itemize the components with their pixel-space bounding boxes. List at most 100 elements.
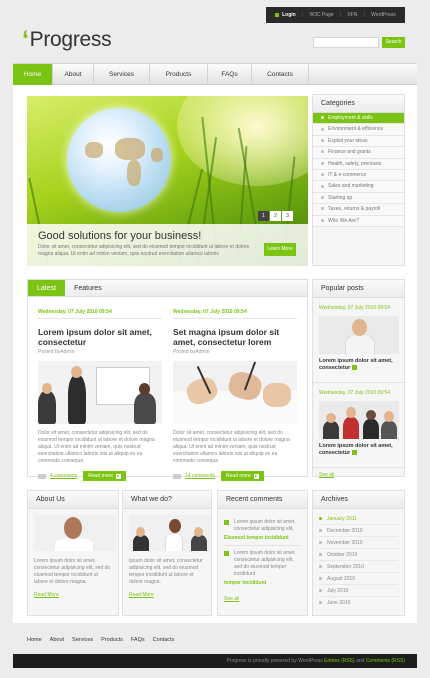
recent-see-all-link[interactable]: See all	[224, 596, 301, 602]
search-button[interactable]: Search	[382, 37, 405, 48]
about-us-panel: About Us Lorem ipsum dolor sit amet, con…	[27, 490, 119, 616]
learn-more-button[interactable]: Learn More	[264, 243, 296, 256]
post-date: Wednesday, 07 July 2010 09:54	[173, 297, 297, 319]
whatwedo-image-team[interactable]	[129, 515, 211, 551]
footer-and: and	[356, 658, 365, 664]
popular-see-all-link[interactable]: See all	[313, 468, 404, 482]
comments-link[interactable]: 4 comments	[50, 473, 77, 479]
post-title[interactable]: Set magna ipsum dolor sit amet, consecte…	[173, 327, 297, 347]
read-more-button[interactable]: Read more	[221, 471, 264, 481]
xfn-link[interactable]: XFN	[347, 12, 357, 18]
categories-panel: Categories Employment & skills Environme…	[312, 94, 405, 266]
category-item[interactable]: Starting up	[313, 192, 404, 205]
popular-posts-panel: Popular posts Wednesday, 07 July 2010 09…	[312, 279, 405, 478]
slide-page-3[interactable]: 3	[282, 211, 293, 221]
archive-item[interactable]: July 2010	[319, 585, 398, 597]
archives-panel: Archives January 2011 December 2010 Nove…	[312, 490, 405, 616]
login-link[interactable]: Login	[275, 12, 296, 18]
slider-title: Good solutions for your business!	[38, 230, 202, 242]
slider-pagination: 1 2 3	[258, 211, 293, 221]
globe-image	[67, 108, 171, 212]
category-item[interactable]: Health, safety, premises	[313, 158, 404, 170]
footer-link-services[interactable]: Services	[72, 637, 93, 643]
arrow-icon	[352, 365, 358, 371]
footer-link-faqs[interactable]: FAQs	[131, 637, 145, 643]
slider-caption: Good solutions for your business! Dolor …	[27, 224, 308, 266]
nav-services[interactable]: Services	[94, 64, 150, 85]
slide-page-2[interactable]: 2	[270, 211, 281, 221]
entries-rss-link[interactable]: Entries (RSS)	[324, 658, 355, 664]
footer-link-products[interactable]: Products	[101, 637, 123, 643]
archive-item[interactable]: October 2010	[319, 549, 398, 561]
separator: |	[363, 12, 365, 18]
nav-products[interactable]: Products	[150, 64, 208, 85]
read-more-button[interactable]: Read more	[83, 471, 126, 481]
post-image-hands-writing[interactable]	[173, 361, 297, 424]
archive-item[interactable]: December 2010	[319, 525, 398, 537]
category-item[interactable]: Finance and grants	[313, 147, 404, 159]
about-read-more-link[interactable]: Read More	[34, 592, 112, 598]
comments-rss-link[interactable]: Comments (RSS)	[366, 658, 405, 664]
archive-item[interactable]: November 2010	[319, 537, 398, 549]
popular-title: Popular posts	[313, 280, 404, 298]
nav-about[interactable]: About	[53, 64, 94, 85]
tab-features[interactable]: Features	[65, 280, 111, 296]
what-we-do-panel: What we do? Ipsum dolor sit amet, consec…	[122, 490, 212, 616]
arrow-right-icon	[253, 473, 259, 479]
category-item[interactable]: Environment & efficience	[313, 124, 404, 136]
tab-latest[interactable]: Latest	[28, 280, 66, 296]
comment-bubble-icon	[38, 473, 46, 479]
comment-author[interactable]: Eiusmod tempor incididunt	[224, 535, 301, 546]
popular-image-team-celebrating[interactable]	[319, 401, 399, 439]
comment-text: Lorem ipsum dolor sit amet, consectetur …	[224, 550, 301, 578]
logo-mark: ‘	[22, 26, 29, 54]
footer-link-about[interactable]: About	[50, 637, 64, 643]
separator: |	[301, 12, 304, 18]
post-image-meeting[interactable]	[38, 361, 162, 424]
category-item[interactable]: IT & e-commerce	[313, 169, 404, 182]
category-item[interactable]: Exploit your ideas	[313, 135, 404, 148]
comment-bubble-icon	[173, 473, 181, 479]
categories-list: Employment & skills Environment & effici…	[313, 113, 404, 227]
post-tabs: Latest Features	[27, 279, 308, 297]
footer-link-home[interactable]: Home	[27, 637, 42, 643]
popular-image-man[interactable]	[319, 316, 399, 354]
wordpress-link[interactable]: WordPress	[371, 12, 396, 18]
archive-item[interactable]: August 2010	[319, 573, 398, 585]
site-logo[interactable]: ‘Progress	[22, 26, 112, 54]
post-title[interactable]: Lorem ipsum dolor sit amet, consectetur	[38, 327, 162, 347]
category-item[interactable]: Sales and marketing	[313, 181, 404, 193]
page: Login | W3C Page | XFN | WordPress ‘Prog…	[0, 0, 430, 678]
arrow-icon	[352, 450, 358, 456]
comment-author[interactable]: tempor incididunt	[224, 580, 301, 590]
recent-title: Recent comments	[218, 491, 307, 509]
search-input[interactable]	[313, 37, 379, 48]
popular-post-title[interactable]: Lorem ipsum dolor sit amet, consectetur	[319, 358, 398, 372]
nav-contacts[interactable]: Contacts	[252, 64, 309, 85]
arrow-right-icon	[115, 473, 121, 479]
archive-item[interactable]: January 2011	[319, 513, 398, 525]
footer-powered: is proudly powered by WordPress	[248, 658, 323, 664]
whatwedo-read-more-link[interactable]: Read More	[129, 592, 205, 598]
post-date: Wednesday, 07 July 2010 09:54	[38, 297, 162, 319]
nav-faqs[interactable]: FAQs	[208, 64, 252, 85]
nav-home[interactable]: Home	[13, 64, 53, 85]
popular-post-title[interactable]: Lorem ipsum dolor sit amet, consectetur	[319, 443, 398, 457]
comments-link[interactable]: 14 comments	[185, 473, 215, 479]
category-item[interactable]: Taxes, returns & payroll	[313, 204, 404, 216]
archive-item[interactable]: June 2010	[319, 597, 398, 609]
posts-panel: Wednesday, 07 July 2010 09:54 Lorem ipsu…	[27, 297, 308, 481]
categories-title: Categories	[313, 95, 404, 113]
footer-brand: Progress	[226, 658, 247, 664]
category-item[interactable]: Who We Are?	[313, 215, 404, 227]
archive-item[interactable]: September 2010	[319, 561, 398, 573]
whatwedo-text: Ipsum dolor sit amet, consectetur adipis…	[129, 558, 203, 585]
about-text: Lorem ipsum dolor sit amet, consectetur …	[34, 558, 111, 585]
w3c-link[interactable]: W3C Page	[309, 12, 333, 18]
footer-link-contacts[interactable]: Contacts	[153, 637, 175, 643]
post-card: Wednesday, 07 July 2010 09:54 Lorem ipsu…	[38, 297, 162, 481]
slide-page-1[interactable]: 1	[258, 211, 269, 221]
about-image-woman[interactable]	[34, 515, 116, 551]
whatwedo-title: What we do?	[123, 491, 211, 509]
category-item[interactable]: Employment & skills	[313, 113, 404, 125]
